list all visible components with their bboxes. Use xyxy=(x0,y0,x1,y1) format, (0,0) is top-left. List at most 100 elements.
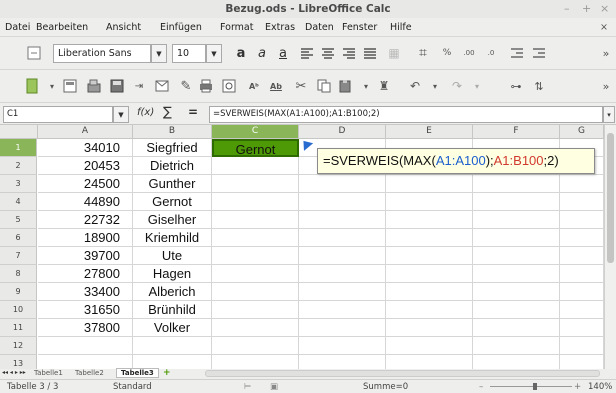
menu-daten[interactable]: Daten xyxy=(305,22,334,33)
cell-d[interactable] xyxy=(299,193,386,211)
cell-c[interactable] xyxy=(212,211,299,229)
sheet-tab-tabelle1[interactable]: Tabelle1 xyxy=(34,369,63,377)
cell-d[interactable] xyxy=(299,337,386,355)
minimize-button[interactable]: – xyxy=(564,2,570,15)
cell-g[interactable] xyxy=(560,175,604,193)
paste-icon[interactable] xyxy=(336,76,356,96)
cell-c[interactable] xyxy=(212,319,299,337)
copy-icon[interactable] xyxy=(314,76,334,96)
row-header[interactable]: 10 xyxy=(0,301,37,319)
column-header-c[interactable]: C xyxy=(212,125,299,139)
open-file-icon[interactable] xyxy=(84,76,104,96)
menu-bearbeiten[interactable]: Bearbeiten xyxy=(36,22,88,33)
menu-format[interactable]: Format xyxy=(220,22,253,33)
menu-fenster[interactable]: Fenster xyxy=(342,22,377,33)
cell-e[interactable] xyxy=(386,247,473,265)
zoom-out-icon[interactable]: – xyxy=(479,382,483,392)
column-header-e[interactable]: E xyxy=(386,125,473,139)
row-header[interactable]: 2 xyxy=(0,157,37,175)
cell-b[interactable]: Giselher xyxy=(133,211,212,229)
horizontal-scrollbar[interactable] xyxy=(205,370,600,377)
decrease-indent-icon[interactable] xyxy=(507,43,527,63)
paste-dropdown-icon[interactable]: ▾ xyxy=(356,76,376,96)
scrollbar-thumb[interactable] xyxy=(607,133,614,263)
sheet-tab-tabelle2[interactable]: Tabelle2 xyxy=(75,369,104,377)
function-wizard-icon[interactable]: f(x) xyxy=(137,107,154,118)
cell-g[interactable] xyxy=(560,211,604,229)
menu-extras[interactable]: Extras xyxy=(265,22,295,33)
column-header-g[interactable]: G xyxy=(560,125,604,139)
spellcheck-icon[interactable]: Aᵇ xyxy=(244,76,264,96)
cell-g[interactable] xyxy=(560,193,604,211)
cell-e[interactable] xyxy=(386,229,473,247)
zoom-in-icon[interactable]: + xyxy=(574,382,581,392)
cell-f[interactable] xyxy=(473,337,560,355)
redo-icon[interactable]: ↷ xyxy=(447,76,467,96)
cell-c[interactable] xyxy=(212,193,299,211)
clone-formatting-icon[interactable]: ♜ xyxy=(374,76,394,96)
selection-mode-icon[interactable]: ⊨ xyxy=(244,382,251,392)
cell-b[interactable] xyxy=(133,337,212,355)
edit-mode-icon[interactable]: ✎ xyxy=(176,76,196,96)
font-name-combo[interactable]: Liberation Sans xyxy=(53,44,151,63)
row-header[interactable]: 12 xyxy=(0,337,37,355)
cell-e[interactable] xyxy=(386,265,473,283)
zoom-slider-handle[interactable] xyxy=(533,383,537,390)
cell-g[interactable] xyxy=(560,283,604,301)
cell-d[interactable] xyxy=(299,229,386,247)
cell-g[interactable] xyxy=(560,319,604,337)
merge-cells-icon[interactable]: ▦ xyxy=(384,43,404,63)
cell-f[interactable] xyxy=(473,175,560,193)
cell-b[interactable] xyxy=(133,355,212,369)
cell-b[interactable]: Volker xyxy=(133,319,212,337)
print-preview-icon[interactable] xyxy=(219,76,239,96)
cell-e[interactable] xyxy=(386,193,473,211)
cell-f[interactable] xyxy=(473,301,560,319)
cell-d[interactable] xyxy=(299,319,386,337)
export-icon[interactable]: ⇥ xyxy=(129,76,149,96)
cell-c[interactable] xyxy=(212,283,299,301)
cell-g[interactable] xyxy=(560,355,604,369)
cell-d[interactable] xyxy=(299,211,386,229)
cell-d[interactable] xyxy=(299,247,386,265)
add-decimal-icon[interactable]: .00 xyxy=(459,43,479,63)
cut-icon[interactable]: ✂ xyxy=(291,76,311,96)
cell-e[interactable] xyxy=(386,211,473,229)
name-box-dropdown[interactable]: ▼ xyxy=(113,106,129,123)
cell-a[interactable]: 44890 xyxy=(38,193,133,211)
cell-b[interactable]: Siegfried xyxy=(133,139,212,157)
cell-a[interactable]: 34010 xyxy=(38,139,133,157)
font-size-dropdown[interactable]: ▼ xyxy=(206,44,222,63)
cell-b[interactable]: Gunther xyxy=(133,175,212,193)
autospellcheck-icon[interactable]: Ab xyxy=(266,76,286,96)
row-header[interactable]: 11 xyxy=(0,319,37,337)
row-header[interactable]: 3 xyxy=(0,175,37,193)
cell-a[interactable]: 33400 xyxy=(38,283,133,301)
row-header[interactable]: 13 xyxy=(0,355,37,369)
sum-icon[interactable]: ∑ xyxy=(163,105,172,120)
cell-c[interactable] xyxy=(212,229,299,247)
cell-f[interactable] xyxy=(473,283,560,301)
row-header[interactable]: 1 xyxy=(0,139,37,157)
cell-b[interactable]: Brünhild xyxy=(133,301,212,319)
name-box[interactable]: C1 xyxy=(3,106,113,123)
cell-g[interactable] xyxy=(560,229,604,247)
column-header-f[interactable]: F xyxy=(473,125,560,139)
select-all-corner[interactable] xyxy=(0,125,38,139)
sort-icon[interactable]: ⇅ xyxy=(529,76,549,96)
cell-a[interactable]: 18900 xyxy=(38,229,133,247)
cell-b[interactable]: Gernot xyxy=(133,193,212,211)
percent-icon[interactable]: % xyxy=(437,43,457,63)
cell-a[interactable]: 27800 xyxy=(38,265,133,283)
underline-icon[interactable]: a xyxy=(273,43,293,63)
row-header[interactable]: 8 xyxy=(0,265,37,283)
cell-e[interactable] xyxy=(386,175,473,193)
delete-decimal-icon[interactable]: .0 xyxy=(481,43,501,63)
cell-e[interactable] xyxy=(386,283,473,301)
column-header-d[interactable]: D xyxy=(299,125,386,139)
cell-c[interactable] xyxy=(212,337,299,355)
cell-b[interactable]: Dietrich xyxy=(133,157,212,175)
column-header-a[interactable]: A xyxy=(38,125,133,139)
cell-e[interactable] xyxy=(386,301,473,319)
cell-a[interactable]: 37800 xyxy=(38,319,133,337)
